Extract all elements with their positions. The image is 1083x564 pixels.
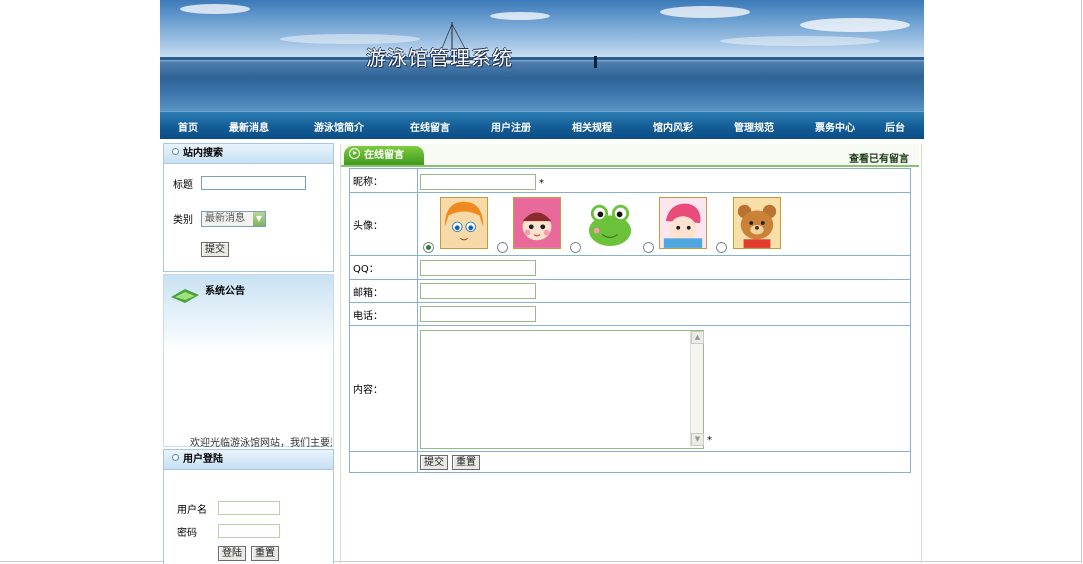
login-panel-header: 用户登陆 — [164, 450, 333, 470]
nickname-required-mark: * — [539, 177, 544, 189]
avatar-radio-2[interactable] — [497, 241, 508, 253]
search-panel: 站内搜索 标题 类别 最新消息 ▼ 提交 — [163, 143, 334, 272]
anime-girl-avatar[interactable] — [440, 196, 488, 249]
login-panel: 用户登陆 用户名 密码 登陆 重置 — [163, 449, 334, 564]
guestbook-submit-button[interactable]: 提交 — [420, 454, 448, 470]
username-input[interactable] — [218, 501, 280, 515]
content-required-mark: * — [707, 434, 712, 446]
email-input[interactable] — [420, 283, 536, 299]
tab-guestbook-label: 在线留言 — [364, 150, 404, 161]
play-circle-icon — [349, 148, 360, 159]
nav-guestbook[interactable]: 在线留言 — [410, 119, 450, 134]
phone-label: 电话： — [349, 302, 418, 326]
email-label: 邮箱： — [349, 279, 418, 303]
nav-management[interactable]: 管理规范 — [734, 119, 774, 134]
pink-hair-boy-avatar[interactable] — [659, 196, 707, 249]
login-button[interactable]: 登陆 — [218, 546, 246, 561]
tab-guestbook[interactable]: 在线留言 — [344, 146, 424, 165]
textarea-scrollbar[interactable]: ▲ ▼ — [690, 330, 704, 446]
notice-panel: 系统公告 欢迎光临游泳馆网站，我们主要是 — [163, 274, 334, 449]
nav-about[interactable]: 游泳馆简介 — [314, 119, 364, 134]
nickname-label: 昵称： — [349, 168, 418, 193]
nav-tickets[interactable]: 票务中心 — [815, 119, 855, 134]
content-textarea[interactable]: ▲ ▼ — [420, 329, 704, 449]
avatar-radio-1[interactable] — [423, 241, 434, 253]
nav-home[interactable]: 首页 — [178, 119, 198, 134]
avatar-radio-3[interactable] — [570, 241, 581, 253]
avatar-radio-4[interactable] — [643, 241, 654, 253]
qq-input[interactable] — [420, 259, 536, 276]
phone-input[interactable] — [420, 306, 536, 322]
content-label: 内容： — [349, 325, 418, 452]
search-title-label: 标题 — [173, 180, 193, 191]
search-category-value: 最新消息 — [205, 213, 245, 224]
avatar-label: 头像： — [349, 192, 418, 256]
notice-marquee: 欢迎光临游泳馆网站，我们主要是 — [190, 438, 332, 449]
login-reset-button[interactable]: 重置 — [251, 546, 279, 561]
site-banner: 游泳馆管理系统 — [160, 0, 924, 111]
site-container: 游泳馆管理系统 首页 最新消息 游泳馆简介 在线留言 用户注册 相关规程 馆内风… — [160, 0, 924, 564]
username-label: 用户名 — [177, 505, 207, 516]
search-submit-button[interactable]: 提交 — [201, 242, 229, 257]
guestbook-panel: 在线留言 查看已有留言 昵称： * 头像： QQ： 邮箱： 电话： 内容： ▲ … — [340, 144, 922, 563]
megaphone-icon — [171, 289, 199, 303]
notice-heading: 系统公告 — [205, 286, 245, 297]
login-heading: 用户登陆 — [183, 454, 223, 465]
buoy-marker — [594, 56, 597, 68]
guestbook-form: 昵称： * 头像： QQ： 邮箱： 电话： 内容： ▲ ▼ * 提交 重置 — [349, 168, 911, 473]
nav-register[interactable]: 用户注册 — [491, 119, 531, 134]
nickname-input[interactable] — [420, 173, 536, 190]
view-messages-link[interactable]: 查看已有留言 — [849, 150, 909, 165]
search-title-input[interactable] — [201, 176, 306, 190]
search-heading: 站内搜索 — [183, 148, 223, 159]
password-label: 密码 — [177, 528, 197, 539]
avatar-radio-5[interactable] — [716, 241, 727, 253]
brown-bear-avatar[interactable] — [733, 196, 781, 249]
pink-hood-girl-avatar[interactable] — [513, 196, 561, 249]
nav-gallery[interactable]: 馆内风彩 — [653, 119, 693, 134]
guestbook-reset-button[interactable]: 重置 — [452, 454, 480, 470]
nav-admin[interactable]: 后台 — [885, 119, 905, 134]
site-title: 游泳馆管理系统 — [366, 46, 513, 70]
green-frog-avatar[interactable] — [586, 196, 634, 249]
qq-label: QQ： — [349, 255, 418, 280]
password-input[interactable] — [218, 524, 280, 538]
scroll-down-icon[interactable]: ▼ — [691, 432, 704, 446]
main-nav: 首页 最新消息 游泳馆简介 在线留言 用户注册 相关规程 馆内风彩 管理规范 票… — [160, 111, 924, 139]
nav-rules[interactable]: 相关规程 — [572, 119, 612, 134]
guestbook-header: 在线留言 查看已有留言 — [341, 144, 919, 167]
search-panel-header: 站内搜索 — [164, 144, 333, 164]
nav-news[interactable]: 最新消息 — [229, 119, 269, 134]
search-category-label: 类别 — [173, 215, 193, 226]
search-category-select[interactable]: 最新消息 ▼ — [201, 211, 266, 227]
chevron-down-icon: ▼ — [253, 212, 265, 226]
scroll-up-icon[interactable]: ▲ — [691, 330, 704, 344]
